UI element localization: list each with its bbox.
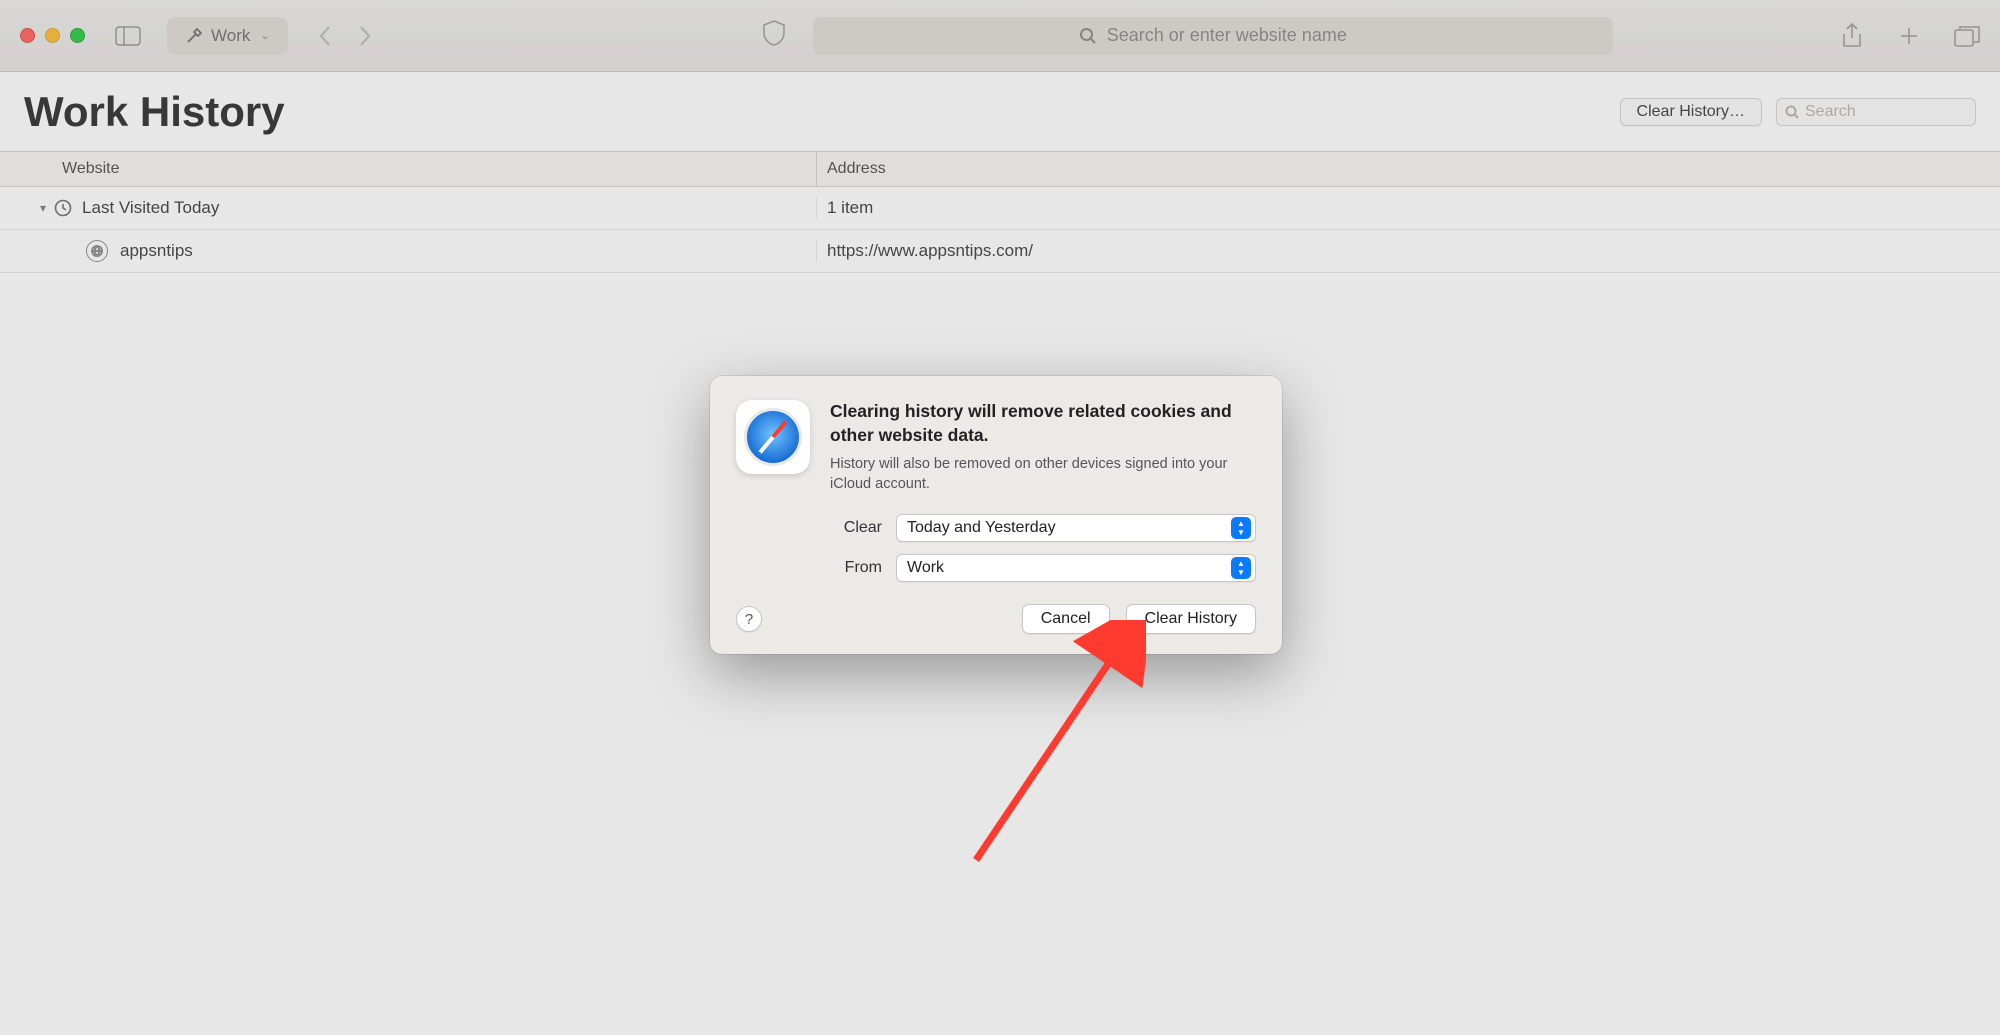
privacy-shield-icon[interactable] [761,19,787,52]
from-profile-value: Work [907,559,944,577]
navigation-arrows [318,25,372,47]
column-header-address[interactable]: Address [817,152,2000,186]
url-bar[interactable]: Search or enter website name [813,17,1613,55]
chevron-down-icon: ⌄ [260,29,269,42]
search-icon [1079,27,1097,45]
group-count: 1 item [817,198,2000,218]
share-icon[interactable] [1840,22,1864,50]
search-placeholder: Search [1805,103,1856,121]
browser-toolbar: Work ⌄ Search or enter website name [0,0,2000,72]
hammer-icon [185,27,203,45]
url-placeholder: Search or enter website name [1107,25,1347,46]
from-label: From [830,559,882,577]
clear-range-value: Today and Yesterday [907,519,1056,537]
select-stepper-icon: ▲▼ [1231,557,1251,579]
clear-history-dialog: Clearing history will remove related coo… [710,376,1282,654]
sidebar-toggle-button[interactable] [115,26,141,46]
forward-button[interactable] [358,25,372,47]
history-search-input[interactable]: Search [1776,98,1976,126]
clear-range-select[interactable]: Today and Yesterday ▲▼ [896,514,1256,542]
site-favicon [86,240,108,262]
page-title: Work History [24,88,285,136]
profile-label: Work [211,26,250,46]
history-entry-row[interactable]: appsntips https://www.appsntips.com/ [0,230,2000,273]
sidebar-icon [115,26,141,46]
table-header: Website Address [0,152,2000,187]
clear-history-button[interactable]: Clear History… [1620,98,1762,126]
cancel-button[interactable]: Cancel [1022,604,1110,634]
from-profile-select[interactable]: Work ▲▼ [896,554,1256,582]
fullscreen-window-button[interactable] [70,28,85,43]
help-button[interactable]: ? [736,606,762,632]
column-header-website[interactable]: Website [0,152,817,186]
history-table-body: ▾ Last Visited Today 1 item appsntips ht… [0,187,2000,273]
close-window-button[interactable] [20,28,35,43]
safari-app-icon [736,400,810,474]
select-stepper-icon: ▲▼ [1231,517,1251,539]
tabs-overview-icon[interactable] [1954,25,1980,47]
group-label: Last Visited Today [82,198,219,218]
clear-history-confirm-button[interactable]: Clear History [1126,604,1256,634]
page-header: Work History Clear History… Search [0,72,2000,152]
clear-label: Clear [830,519,882,537]
back-button[interactable] [318,25,332,47]
search-icon [1785,105,1799,119]
dialog-subtext: History will also be removed on other de… [830,455,1256,494]
new-tab-icon[interactable] [1898,25,1920,47]
profile-selector[interactable]: Work ⌄ [167,17,288,55]
window-controls [20,28,85,43]
clock-icon [54,199,72,217]
dialog-heading: Clearing history will remove related coo… [830,400,1256,447]
site-url: https://www.appsntips.com/ [817,241,2000,261]
site-name: appsntips [120,241,193,261]
minimize-window-button[interactable] [45,28,60,43]
disclosure-triangle-icon[interactable]: ▾ [40,201,46,215]
history-group-row[interactable]: ▾ Last Visited Today 1 item [0,187,2000,230]
